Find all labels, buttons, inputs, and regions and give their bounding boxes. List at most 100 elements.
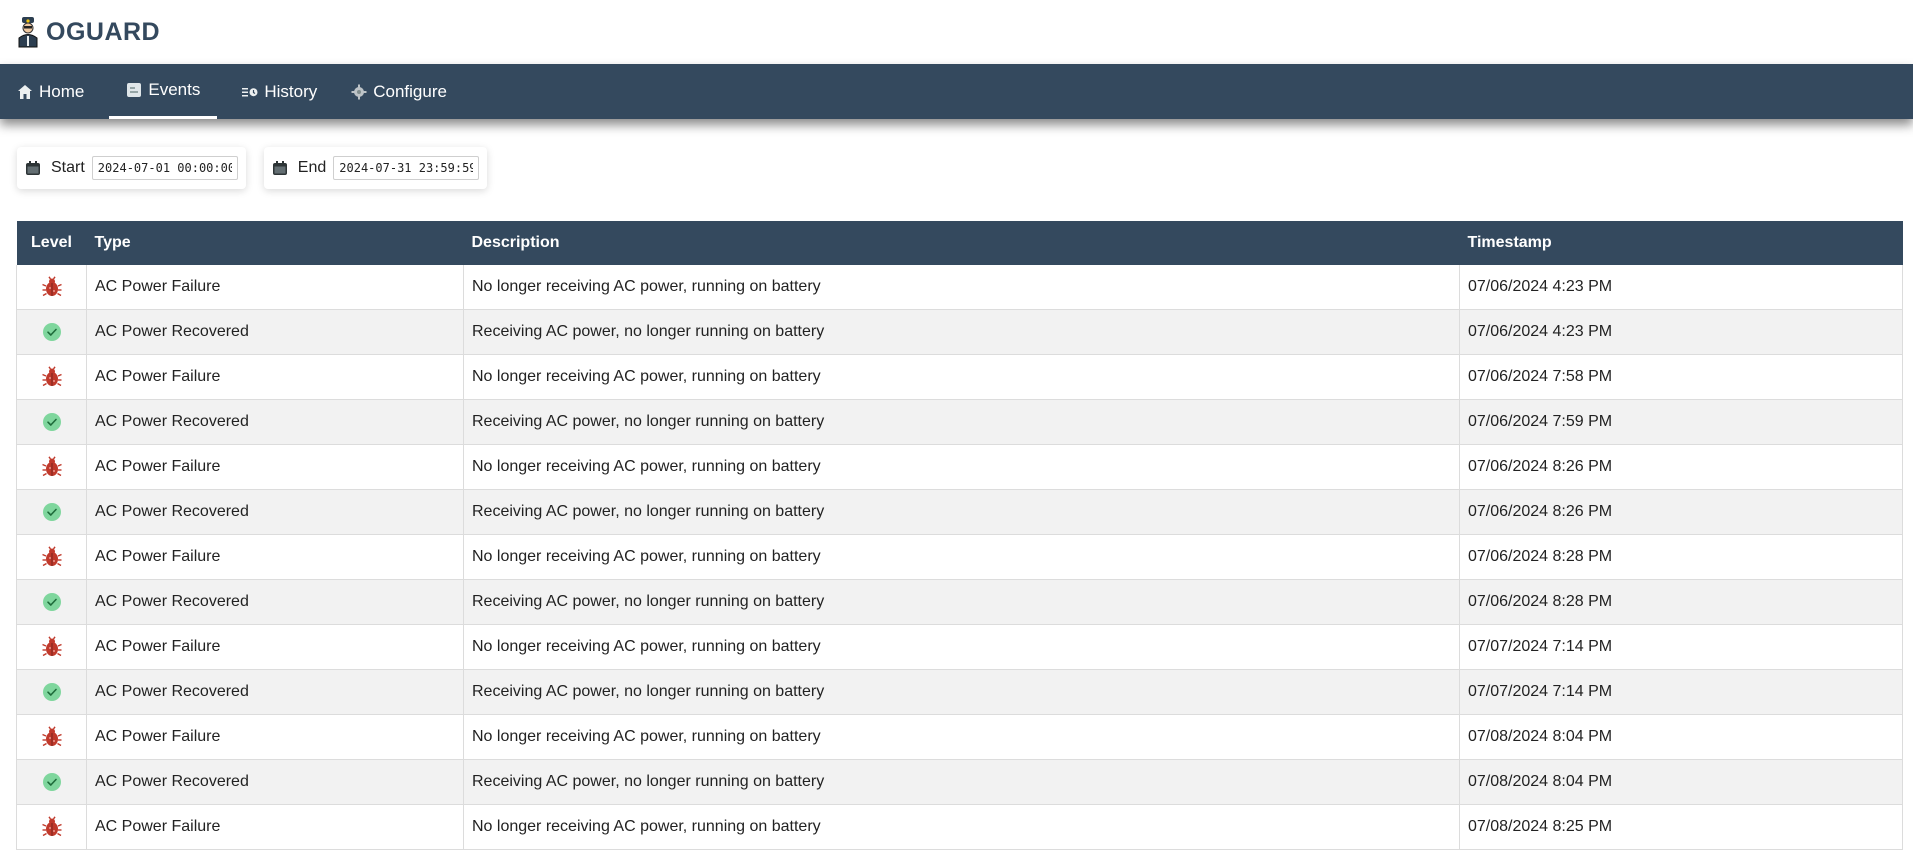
level-cell [16,399,87,445]
table-row[interactable]: AC Power Failure No longer receiving AC p… [16,534,1903,580]
bug-icon [41,546,63,568]
end-filter: End [263,147,488,189]
nav-item-home[interactable]: Home [0,64,101,119]
end-label: End [297,159,327,176]
level-cell [16,489,87,535]
check-circle-icon [41,771,63,793]
level-cell [16,534,87,580]
nav-item-configure[interactable]: Configure [334,64,464,119]
description-cell: No longer receiving AC power, running on… [463,624,1460,670]
date-filters: Start End [0,119,1913,189]
type-cell: AC Power Failure [86,804,464,850]
description-cell: Receiving AC power, no longer running on… [463,579,1460,625]
start-date-input[interactable] [91,156,238,180]
nav-item-label: History [264,81,318,101]
timestamp-cell: 07/06/2024 8:26 PM [1459,444,1903,490]
level-cell [16,309,87,355]
column-header-level[interactable]: Level [16,221,87,265]
description-cell: Receiving AC power, no longer running on… [463,759,1460,805]
level-cell [16,624,87,670]
timestamp-cell: 07/06/2024 7:59 PM [1459,399,1903,445]
level-cell [16,265,87,310]
description-cell: Receiving AC power, no longer running on… [463,309,1460,355]
timestamp-cell: 07/08/2024 8:25 PM [1459,804,1903,850]
table-header-row: Level Type Description Timestamp [16,221,1903,265]
end-date-input[interactable] [333,156,480,180]
type-cell: AC Power Recovered [86,489,464,535]
table-row[interactable]: AC Power Failure No longer receiving AC p… [16,714,1903,760]
history-icon [242,87,258,96]
column-header-description[interactable]: Description [463,221,1460,265]
timestamp-cell: 07/06/2024 4:23 PM [1459,265,1903,310]
type-cell: AC Power Recovered [86,309,464,355]
table-row[interactable]: AC Power Recovered Receiving AC power, no… [16,669,1903,715]
nav-item-events[interactable]: Events [109,64,218,119]
bug-icon [41,276,63,298]
events-table-container: Level Type Description Timestamp AC Powe… [16,221,1903,850]
table-row[interactable]: AC Power Failure No longer receiving AC p… [16,265,1903,310]
type-cell: AC Power Failure [86,354,464,400]
table-row[interactable]: AC Power Failure No longer receiving AC p… [16,354,1903,400]
table-row[interactable]: AC Power Failure No longer receiving AC p… [16,804,1903,850]
table-row[interactable]: AC Power Failure No longer receiving AC p… [16,444,1903,490]
level-cell [16,804,87,850]
type-cell: AC Power Failure [86,714,464,760]
column-header-type[interactable]: Type [86,221,464,265]
calendar-icon [272,161,287,175]
main-nav: Home Events History Configure [0,64,1913,119]
description-cell: No longer receiving AC power, running on… [463,534,1460,580]
app-header: OGUARD [0,0,1913,64]
app-title: OGUARD [46,17,161,46]
description-cell: Receiving AC power, no longer running on… [463,399,1460,445]
table-row[interactable]: AC Power Recovered Receiving AC power, no… [16,759,1903,805]
description-cell: No longer receiving AC power, running on… [463,714,1460,760]
gear-icon [351,84,367,99]
guard-avatar-icon [18,17,38,48]
description-cell: Receiving AC power, no longer running on… [463,489,1460,535]
type-cell: AC Power Recovered [86,579,464,625]
description-cell: No longer receiving AC power, running on… [463,804,1460,850]
home-icon [18,84,32,99]
table-row[interactable]: AC Power Recovered Receiving AC power, no… [16,399,1903,445]
description-cell: Receiving AC power, no longer running on… [463,669,1460,715]
level-cell [16,714,87,760]
description-cell: No longer receiving AC power, running on… [463,444,1460,490]
timestamp-cell: 07/08/2024 8:04 PM [1459,759,1903,805]
check-circle-icon [41,591,63,613]
type-cell: AC Power Recovered [86,399,464,445]
level-cell [16,759,87,805]
table-row[interactable]: AC Power Recovered Receiving AC power, no… [16,489,1903,535]
level-cell [16,354,87,400]
type-cell: AC Power Failure [86,624,464,670]
type-cell: AC Power Failure [86,444,464,490]
nav-item-history[interactable]: History [225,64,334,119]
check-circle-icon [41,681,63,703]
timestamp-cell: 07/08/2024 8:04 PM [1459,714,1903,760]
check-circle-icon [41,411,63,433]
column-header-timestamp[interactable]: Timestamp [1459,221,1903,265]
nav-item-label: Configure [373,81,447,101]
nav-item-label: Home [39,81,85,101]
timestamp-cell: 07/06/2024 7:58 PM [1459,354,1903,400]
table-row[interactable]: AC Power Failure No longer receiving AC p… [16,624,1903,670]
level-cell [16,579,87,625]
type-cell: AC Power Failure [86,265,464,310]
level-cell [16,669,87,715]
events-icon [127,82,142,97]
timestamp-cell: 07/06/2024 4:23 PM [1459,309,1903,355]
timestamp-cell: 07/06/2024 8:28 PM [1459,534,1903,580]
timestamp-cell: 07/07/2024 7:14 PM [1459,624,1903,670]
table-row[interactable]: AC Power Recovered Receiving AC power, no… [16,309,1903,355]
description-cell: No longer receiving AC power, running on… [463,265,1460,310]
bug-icon [41,726,63,748]
level-cell [16,444,87,490]
table-row[interactable]: AC Power Recovered Receiving AC power, no… [16,579,1903,625]
timestamp-cell: 07/06/2024 8:28 PM [1459,579,1903,625]
start-label: Start [51,159,85,176]
timestamp-cell: 07/07/2024 7:14 PM [1459,669,1903,715]
type-cell: AC Power Recovered [86,759,464,805]
start-filter: Start [17,147,246,189]
nav-item-label: Events [148,79,201,99]
check-circle-icon [41,501,63,523]
check-circle-icon [41,321,63,343]
